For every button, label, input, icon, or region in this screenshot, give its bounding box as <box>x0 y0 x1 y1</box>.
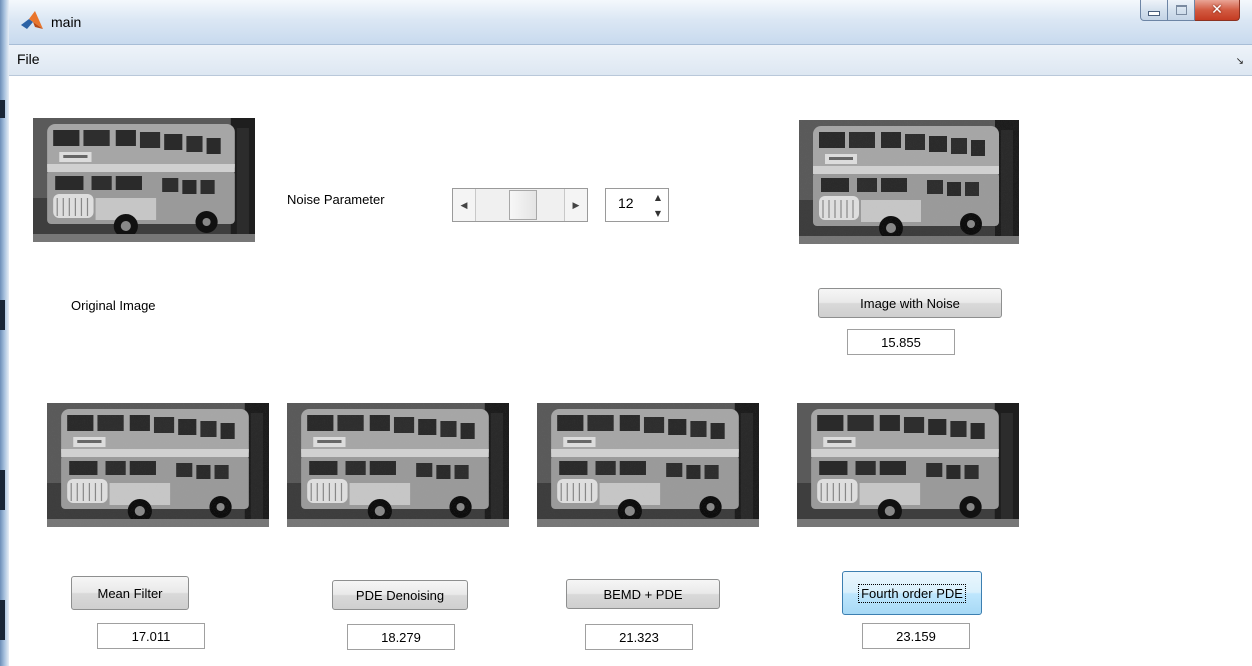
fourth-order-pde-psnr-field[interactable]: 23.159 <box>862 623 970 649</box>
title-bar: main ✕ <box>9 0 1252 45</box>
bemd-pde-label: BEMD + PDE <box>603 586 683 602</box>
fourth-order-pde-image <box>797 403 1019 527</box>
fourth-order-pde-label: Fourth order PDE <box>858 583 966 603</box>
menu-file[interactable]: File <box>13 51 44 67</box>
bemd-pde-psnr-field[interactable]: 21.323 <box>585 624 693 650</box>
slider-left-arrow-icon[interactable]: ◀ <box>453 189 476 221</box>
pde-denoising-psnr-field[interactable]: 18.279 <box>347 624 455 650</box>
maximize-icon[interactable] <box>1168 0 1195 21</box>
mean-filter-psnr-field[interactable]: 17.011 <box>97 623 205 649</box>
original-image-label: Original Image <box>71 298 156 313</box>
spin-up-icon[interactable]: ▲ <box>648 189 668 205</box>
window-title: main <box>51 14 82 30</box>
window-controls: ✕ <box>1140 0 1240 22</box>
noisy-psnr-field[interactable]: 15.855 <box>847 329 955 355</box>
figure-content: Original Image Noise Parameter ◀ ▶ 12 ▲ … <box>9 76 1252 666</box>
slider-right-arrow-icon[interactable]: ▶ <box>564 189 587 221</box>
slider-thumb[interactable] <box>509 190 537 220</box>
pde-denoising-button[interactable]: PDE Denoising <box>332 580 468 610</box>
mean-filter-label: Mean Filter <box>97 585 163 601</box>
pde-denoising-label: PDE Denoising <box>355 587 445 603</box>
original-image <box>33 118 255 242</box>
mean-filter-image <box>47 403 269 527</box>
matlab-icon <box>21 11 43 29</box>
fourth-order-pde-button[interactable]: Fourth order PDE <box>842 571 982 615</box>
close-icon[interactable]: ✕ <box>1195 0 1240 21</box>
minimize-icon[interactable] <box>1140 0 1168 21</box>
mean-filter-button[interactable]: Mean Filter <box>71 576 189 610</box>
noise-value-spinner[interactable]: 12 ▲ ▼ <box>605 188 669 222</box>
dock-arrow-icon[interactable]: ↘ <box>1236 56 1244 67</box>
noise-slider[interactable]: ◀ ▶ <box>452 188 588 222</box>
image-with-noise-label: Image with Noise <box>860 295 960 311</box>
spin-down-icon[interactable]: ▼ <box>648 205 668 221</box>
menu-bar: File ↘ <box>9 45 1252 76</box>
pde-denoising-image <box>287 403 509 527</box>
bemd-pde-button[interactable]: BEMD + PDE <box>566 579 720 609</box>
image-with-noise-button[interactable]: Image with Noise <box>818 288 1002 318</box>
window-left-edge <box>0 0 9 666</box>
noise-value[interactable]: 12 <box>618 195 634 211</box>
noise-parameter-label: Noise Parameter <box>287 192 385 207</box>
noisy-image <box>799 120 1019 244</box>
bemd-pde-image <box>537 403 759 527</box>
